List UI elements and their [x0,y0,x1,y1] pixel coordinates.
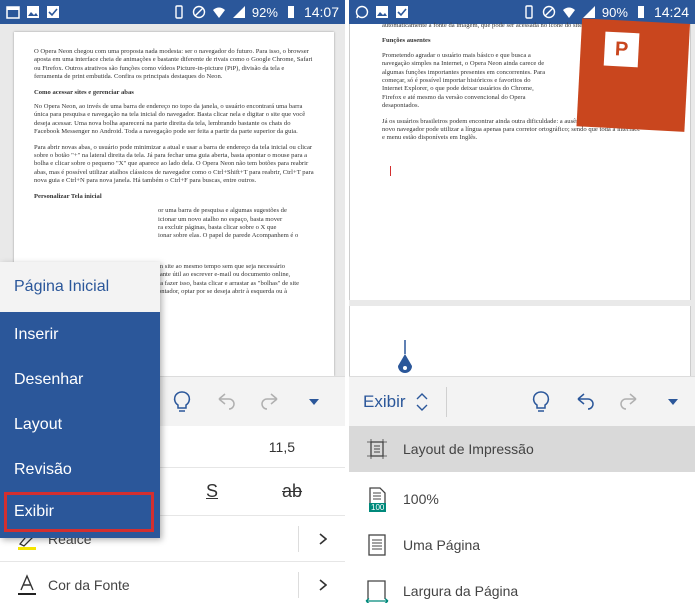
zoom-badge: 100 [369,503,387,512]
doc-line: icionar um novo atalho no espaço, basta … [158,215,283,223]
undo-icon [218,392,235,410]
battery-icon [287,6,294,18]
doc-heading: Como acessar sites e gerenciar abas [34,88,134,96]
powerpoint-logo: P [603,31,640,68]
doc-line: m site ao mesmo tempo sem que seja neces… [158,262,286,270]
right-screenshot: 90% 14:24 P automaticamente a fonte da i… [349,0,695,613]
tab-revisao[interactable]: Revisão [0,447,160,492]
option-label: Uma Página [403,537,481,553]
powerpoint-image: P [576,18,690,132]
tab-desenhar[interactable]: Desenhar [0,357,160,402]
doc-line: ionar sobre elas. O papel de parede Acom… [158,232,299,240]
image-icon [27,6,39,18]
vibrate-icon [525,5,533,19]
ribbon-tabs-menu: Página Inicial Inserir Desenhar Layout R… [0,262,160,538]
status-bar: 92% 14:07 [0,0,345,24]
clock: 14:07 [303,4,339,20]
lightbulb-icon [173,390,191,412]
redo-icon [261,392,278,410]
more-options-button[interactable] [292,380,336,424]
option-label: Largura da Página [403,583,519,599]
chevron-right-icon[interactable] [319,579,327,591]
inbox-icon [396,6,408,18]
more-options-button[interactable] [651,380,695,424]
text-cursor [390,166,391,176]
chevron-down-icon [668,398,678,405]
current-tab-label: Exibir [363,391,406,411]
redo-button[interactable] [248,380,292,424]
option-label: 100% [403,491,439,507]
calendar-icon [6,6,20,19]
doc-paragraph: O Opera Neon chegou com uma proposta nad… [34,48,313,81]
doc-paragraph: No Opera Neon, ao invés de uma barra de … [34,103,306,136]
whatsapp-icon [355,5,369,19]
font-color-row[interactable]: Cor da Fonte [0,562,345,608]
vibrate-icon [175,5,183,19]
doc-line: or uma barra de pesquisa e algumas suges… [158,207,287,215]
chevron-down-icon [309,398,319,405]
strikethrough-button[interactable]: ab [282,481,302,502]
doc-paragraph: automaticamente a fonte da imagem, que p… [382,22,584,29]
left-screenshot: 92% 14:07 O Opera Neon chegou com uma pr… [0,0,345,613]
cursor-handle-icon[interactable] [397,340,413,378]
doc-paragraph: Prometendo agradar o usuário mais básico… [382,51,546,110]
document-canvas[interactable]: P automaticamente a fonte da imagem, que… [349,18,695,378]
underline-button[interactable]: S [206,481,218,502]
print-layout-icon [367,439,387,459]
option-label: Layout de Impressão [403,441,534,457]
option-100-percent[interactable]: 100 100% [349,476,695,522]
clock: 14:24 [653,4,689,20]
tab-switcher[interactable]: Exibir [349,392,428,412]
doc-line: ra excluir páginas, basta clicar sobre o… [158,223,277,231]
ribbon-toolbar: Exibir [349,376,695,426]
up-down-chevron-icon [416,392,428,411]
undo-button[interactable] [204,380,248,424]
battery-level: 90% [601,4,628,20]
tell-me-button[interactable] [519,380,563,424]
signal-icon [582,6,595,18]
page-width-icon [365,580,389,603]
document-page[interactable]: P automaticamente a fonte da imagem, que… [349,18,691,300]
image-icon [376,6,388,18]
chevron-right-icon[interactable] [319,532,327,545]
tab-layout[interactable]: Layout [0,402,160,447]
redo-button[interactable] [607,380,651,424]
signal-icon [232,6,245,18]
tab-inserir[interactable]: Inserir [0,312,160,357]
no-sim-icon [192,5,206,19]
doc-line: ra fazer isso, basta clicar e arrastar a… [158,279,300,287]
wifi-icon [212,7,225,18]
no-sim-icon [542,5,556,19]
undo-button[interactable] [563,380,607,424]
doc-paragraph: Para abrir novas abas, o usuário pode mi… [34,143,314,185]
option-print-layout[interactable]: Layout de Impressão [349,426,695,472]
inbox-icon [47,6,59,18]
tab-exibir[interactable]: Exibir [4,492,154,532]
option-page-width[interactable]: Largura da Página [349,568,695,613]
font-color-icon [18,574,36,595]
redo-icon [620,392,637,410]
lightbulb-icon [532,390,550,412]
doc-line: tante útil ao escrever e-mail ou documen… [158,271,291,279]
doc-heading: Personalizar Tela inicial [34,192,102,200]
font-size-value: 11,5 [268,438,295,455]
doc-line: ontador, optar por se deseja abrir à esq… [158,287,287,295]
option-one-page[interactable]: Uma Página [349,522,695,568]
status-bar: 90% 14:24 [349,0,695,24]
wifi-icon [562,7,575,18]
font-color-label: Cor da Fonte [48,577,130,593]
one-page-icon [368,534,386,556]
undo-icon [577,392,594,410]
battery-icon [637,6,644,18]
tell-me-button[interactable] [160,380,204,424]
tab-pagina-inicial[interactable]: Página Inicial [0,262,160,312]
battery-level: 92% [251,4,278,20]
